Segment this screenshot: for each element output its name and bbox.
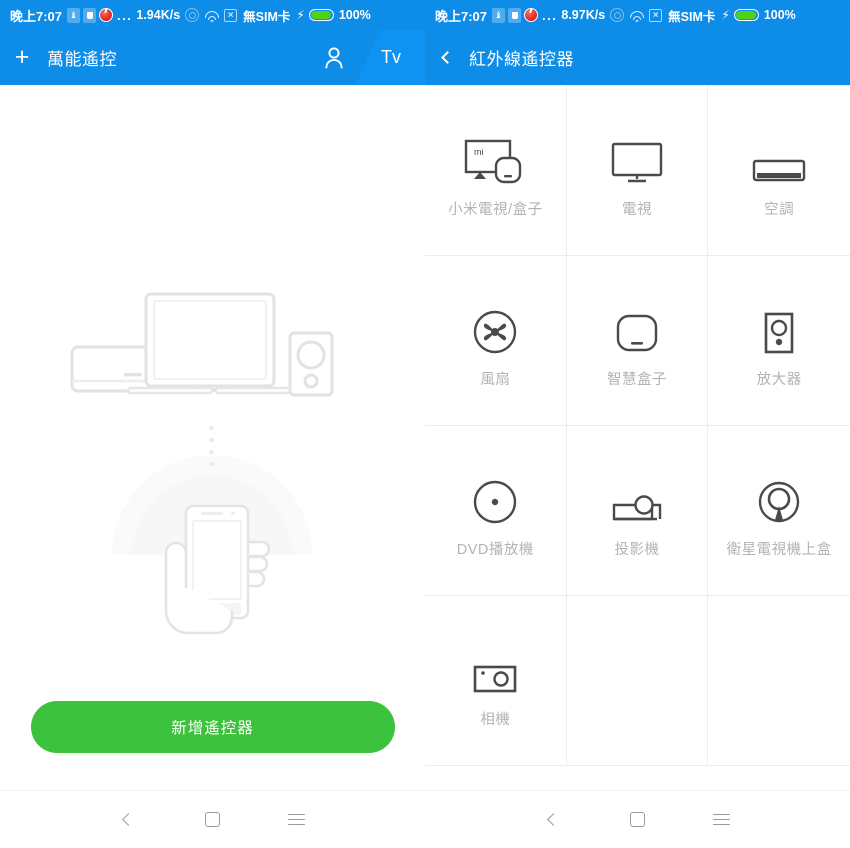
device-cell-air-conditioner[interactable]: 空調: [708, 86, 850, 256]
device-cell-empty-1: [566, 596, 709, 766]
air-conditioner-icon: [752, 122, 806, 184]
charging-icon: ⚡: [296, 8, 305, 22]
device-cell-fan[interactable]: 風扇: [425, 256, 567, 426]
page-title: 萬能遙控: [47, 50, 117, 69]
device-cell-satellite-set-top-box[interactable]: 衛星電視機上盒: [708, 426, 850, 596]
back-icon: [547, 813, 560, 826]
screenshot-pair: 晚上7:07 ♝ ... 1.94K/s × 無SIM卡 ⚡ 100% + 萬能…: [0, 0, 850, 848]
status-overflow-dots: ...: [542, 7, 558, 23]
right-system-nav-bar: [425, 790, 850, 848]
nav-back-button[interactable]: [512, 813, 596, 826]
svg-text:mi: mi: [474, 147, 484, 157]
person-icon[interactable]: [311, 46, 357, 70]
battery-icon: [308, 9, 334, 21]
sim-status: 無SIM卡: [668, 9, 716, 24]
camera-icon: [473, 632, 517, 694]
device-label: 投影機: [614, 542, 660, 558]
usb-icon: ♝: [67, 7, 81, 23]
network-speed: 8.97K/s: [561, 8, 606, 22]
nav-menu-button[interactable]: [680, 810, 764, 829]
projector-icon: [611, 462, 663, 524]
nfc-icon: [185, 8, 200, 22]
home-icon: [630, 812, 645, 827]
back-button[interactable]: [425, 51, 469, 64]
device-cell-empty-2: [708, 596, 850, 766]
left-app-bar: + 萬能遙控 Tv: [0, 30, 425, 85]
add-remote-plus-icon[interactable]: +: [0, 45, 44, 70]
sim-status: 無SIM卡: [243, 9, 291, 24]
device-label: 小米電視/盒子: [448, 202, 543, 218]
right-screen: 晚上7:07 ♝ ... 8.97K/s × 無SIM卡 ⚡ 100% 紅外線遙…: [425, 0, 850, 848]
add-remote-button-wrap: 新增遙控器: [0, 701, 425, 753]
satellite-set-top-box-icon: [756, 462, 802, 524]
device-label: 相機: [480, 712, 511, 728]
left-screen: 晚上7:07 ♝ ... 1.94K/s × 無SIM卡 ⚡ 100% + 萬能…: [0, 0, 425, 848]
device-cell-mi-tv-box[interactable]: mi 小米電視/盒子: [425, 86, 567, 256]
right-app-bar: 紅外線遙控器: [425, 30, 850, 85]
battery-icon: [733, 9, 759, 21]
charging-icon: ⚡: [721, 8, 730, 22]
status-time: 晚上7:07: [10, 8, 63, 24]
left-content-area: 新增遙控器: [0, 85, 425, 790]
mute-icon: ×: [224, 8, 238, 22]
network-speed: 1.94K/s: [136, 8, 181, 22]
back-icon: [122, 813, 135, 826]
right-status-bar: 晚上7:07 ♝ ... 8.97K/s × 無SIM卡 ⚡ 100%: [425, 0, 850, 30]
device-cell-amplifier[interactable]: 放大器: [708, 256, 850, 426]
mi-tv-and-box-icon: mi: [464, 122, 526, 184]
nfc-icon: [610, 8, 625, 22]
dvd-player-icon: [473, 462, 517, 524]
wifi-icon: [629, 9, 644, 22]
device-cell-smart-box[interactable]: 智慧盒子: [566, 256, 709, 426]
television-icon: [611, 122, 663, 184]
left-system-nav-bar: [0, 790, 425, 848]
add-remote-button[interactable]: 新增遙控器: [30, 701, 395, 753]
sd-card-icon: [508, 7, 522, 23]
device-label: 放大器: [756, 372, 802, 388]
nav-menu-button[interactable]: [255, 810, 339, 829]
app-notification-icon: [99, 8, 114, 22]
wifi-icon: [204, 9, 219, 22]
chevron-left-icon: [440, 51, 454, 64]
sd-card-icon: [83, 7, 97, 23]
device-label: 空調: [764, 202, 795, 218]
fan-icon: [473, 292, 517, 354]
tv-button-label: Tv: [381, 47, 401, 67]
device-cell-television[interactable]: 電視: [566, 86, 709, 256]
battery-percent: 100%: [338, 8, 371, 22]
nav-home-button[interactable]: [171, 812, 255, 827]
device-label: DVD播放機: [456, 542, 534, 558]
tv-mode-button[interactable]: Tv: [357, 30, 425, 85]
battery-percent: 100%: [763, 8, 796, 22]
usb-icon: ♝: [492, 7, 506, 23]
home-icon: [205, 812, 220, 827]
nav-back-button[interactable]: [87, 813, 171, 826]
device-cell-dvd-player[interactable]: DVD播放機: [425, 426, 567, 596]
menu-icon: [288, 810, 305, 829]
device-label: 電視: [621, 202, 652, 218]
device-label: 智慧盒子: [606, 372, 667, 388]
device-label: 風扇: [480, 372, 511, 388]
menu-icon: [713, 810, 730, 829]
mute-icon: ×: [649, 8, 663, 22]
device-label: 衛星電視機上盒: [726, 542, 832, 558]
amplifier-icon: [764, 292, 794, 354]
smart-box-icon: [616, 292, 658, 354]
nav-home-button[interactable]: [596, 812, 680, 827]
app-notification-icon: [524, 8, 539, 22]
page-title: 紅外線遙控器: [469, 50, 574, 69]
status-overflow-dots: ...: [117, 7, 133, 23]
devices-and-phone-illustration: [70, 292, 334, 635]
device-cell-projector[interactable]: 投影機: [566, 426, 709, 596]
device-cell-camera[interactable]: 相機: [425, 596, 567, 766]
left-status-bar: 晚上7:07 ♝ ... 1.94K/s × 無SIM卡 ⚡ 100%: [0, 0, 425, 30]
status-time: 晚上7:07: [435, 8, 488, 24]
device-type-grid: mi 小米電視/盒子 電視 空調 風扇 智慧盒子 放大器 DVD播放機 投影機 …: [425, 85, 850, 790]
